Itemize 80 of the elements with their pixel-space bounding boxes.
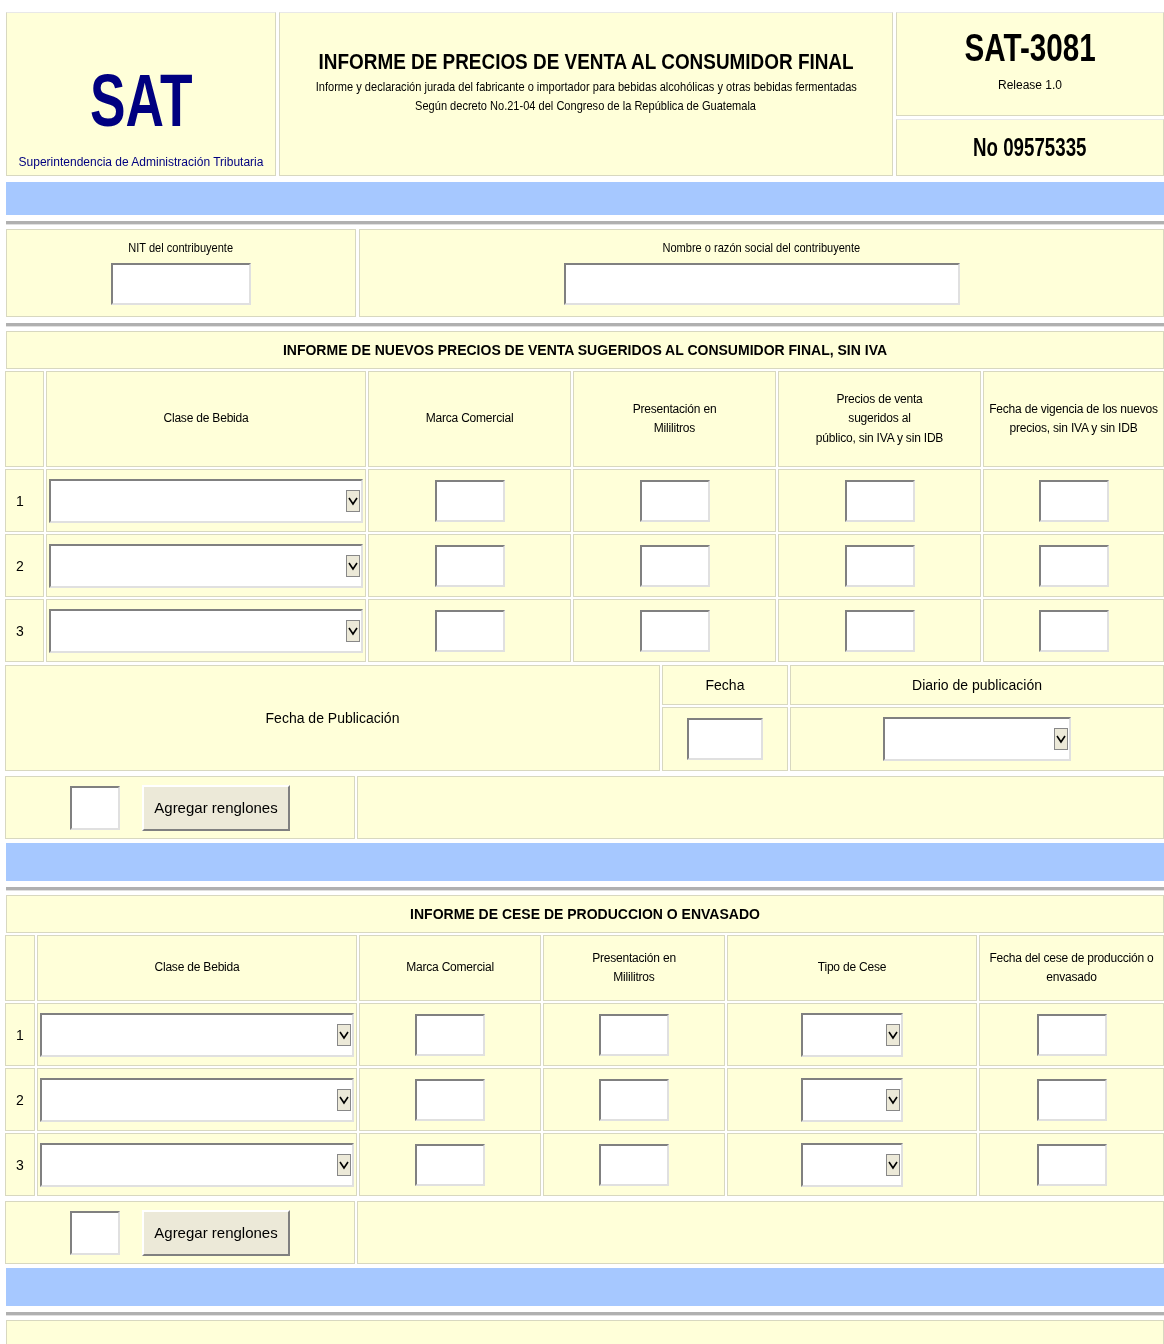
date-field[interactable] <box>687 718 763 760</box>
add-rows-button[interactable]: Agregar renglones <box>142 1209 290 1256</box>
add-rows-button[interactable]: Agregar renglones <box>142 784 290 831</box>
dropdown[interactable] <box>40 1142 354 1187</box>
section-title: INFORME DE CESE DE PRODUCCION O ENVASADO <box>6 895 1164 933</box>
chevron-down-icon <box>346 489 360 512</box>
chevron-down-icon <box>1054 728 1068 750</box>
row-number: 1 <box>16 492 24 509</box>
row-number: 3 <box>16 1156 24 1173</box>
input-field[interactable] <box>1038 609 1109 652</box>
row-number: 2 <box>16 1091 24 1108</box>
input-field[interactable] <box>1038 479 1109 522</box>
field-label: Fecha de Publicación <box>265 710 400 726</box>
agency-name: Superintendencia de Administración Tributaria <box>18 155 264 169</box>
form-code: SAT-3081 <box>964 27 1096 70</box>
input-field[interactable] <box>599 1143 669 1186</box>
row-number: 1 <box>16 1026 24 1043</box>
field-label: Nombre o razón social del contribuyente <box>662 240 861 255</box>
input-field[interactable] <box>111 263 251 305</box>
column-header: Presentación en Mililitros <box>632 400 717 437</box>
column-header: Marca Comercial <box>406 959 494 977</box>
column-header: Fecha <box>705 677 745 693</box>
input-field[interactable] <box>434 544 505 587</box>
logo: SAT <box>89 61 193 141</box>
input-field[interactable] <box>639 544 710 587</box>
release-label: Release 1.0 <box>997 78 1062 92</box>
dropdown[interactable] <box>49 543 363 588</box>
chevron-down-icon <box>886 1153 900 1176</box>
input-field[interactable] <box>599 1078 669 1121</box>
input-field[interactable] <box>844 479 915 522</box>
chevron-down-icon <box>337 1023 351 1046</box>
dropdown[interactable] <box>801 1077 903 1122</box>
column-header: Fecha del cese de producción o envasado <box>989 949 1154 986</box>
row-count-field[interactable] <box>70 785 120 830</box>
input-field[interactable] <box>1038 544 1109 587</box>
chevron-down-icon <box>337 1088 351 1111</box>
input-field[interactable] <box>844 609 915 652</box>
form-subtitle: Informe y declaración jurada del fabricante o importador para bebidas alcohólicas y otras bebidas fermentadas <box>315 79 857 94</box>
chevron-down-icon <box>886 1088 900 1111</box>
input-field[interactable] <box>415 1143 485 1186</box>
input-field[interactable] <box>415 1078 485 1121</box>
input-field[interactable] <box>415 1013 485 1056</box>
input-field[interactable] <box>563 263 960 305</box>
dropdown[interactable] <box>801 1012 903 1057</box>
dropdown[interactable] <box>801 1142 903 1187</box>
section-title: INFORME DE NUEVOS PRECIOS DE VENTA SUGERIDOS AL CONSUMIDOR FINAL, SIN IVA <box>6 331 1164 369</box>
input-field[interactable] <box>434 479 505 522</box>
field-label: NIT del contribuyente <box>128 240 234 255</box>
dropdown[interactable] <box>49 608 363 653</box>
chevron-down-icon <box>346 619 360 642</box>
chevron-down-icon <box>337 1153 351 1176</box>
decree-text: Según decreto No.21-04 del Congreso de la República de Guatemala <box>415 98 757 113</box>
form-number: No 09575335 <box>973 132 1087 163</box>
dropdown[interactable] <box>49 478 363 523</box>
column-header: Clase de Bebida <box>163 410 249 428</box>
input-field[interactable] <box>639 609 710 652</box>
input-field[interactable] <box>434 609 505 652</box>
column-header: Precios de venta sugeridos al público, sin IVA y sin IDB <box>815 391 944 447</box>
form-title: INFORME DE PRECIOS DE VENTA AL CONSUMIDOR FINAL <box>318 49 854 75</box>
input-field[interactable] <box>639 479 710 522</box>
column-header: Marca Comercial <box>425 410 514 428</box>
input-field[interactable] <box>599 1013 669 1056</box>
chevron-down-icon <box>886 1023 900 1046</box>
chevron-down-icon <box>346 554 360 577</box>
row-count-field[interactable] <box>70 1210 120 1255</box>
row-number: 3 <box>16 622 24 639</box>
column-header: Presentación en Mililitros <box>592 949 676 986</box>
input-field[interactable] <box>1036 1013 1107 1056</box>
dropdown[interactable] <box>40 1012 354 1057</box>
column-header: Fecha de vigencia de los nuevos precios, sin IVA y sin IDB <box>989 400 1158 437</box>
table-cell <box>5 935 35 1001</box>
dropdown[interactable] <box>883 717 1071 761</box>
input-field[interactable] <box>1036 1078 1107 1121</box>
input-field[interactable] <box>1036 1143 1107 1186</box>
column-header: Clase de Bebida <box>154 959 240 977</box>
row-number: 2 <box>16 557 24 574</box>
column-header: Tipo de Cese <box>817 959 887 977</box>
input-field[interactable] <box>844 544 915 587</box>
column-header: Diario de publicación <box>912 677 1042 693</box>
dropdown[interactable] <box>40 1077 354 1122</box>
